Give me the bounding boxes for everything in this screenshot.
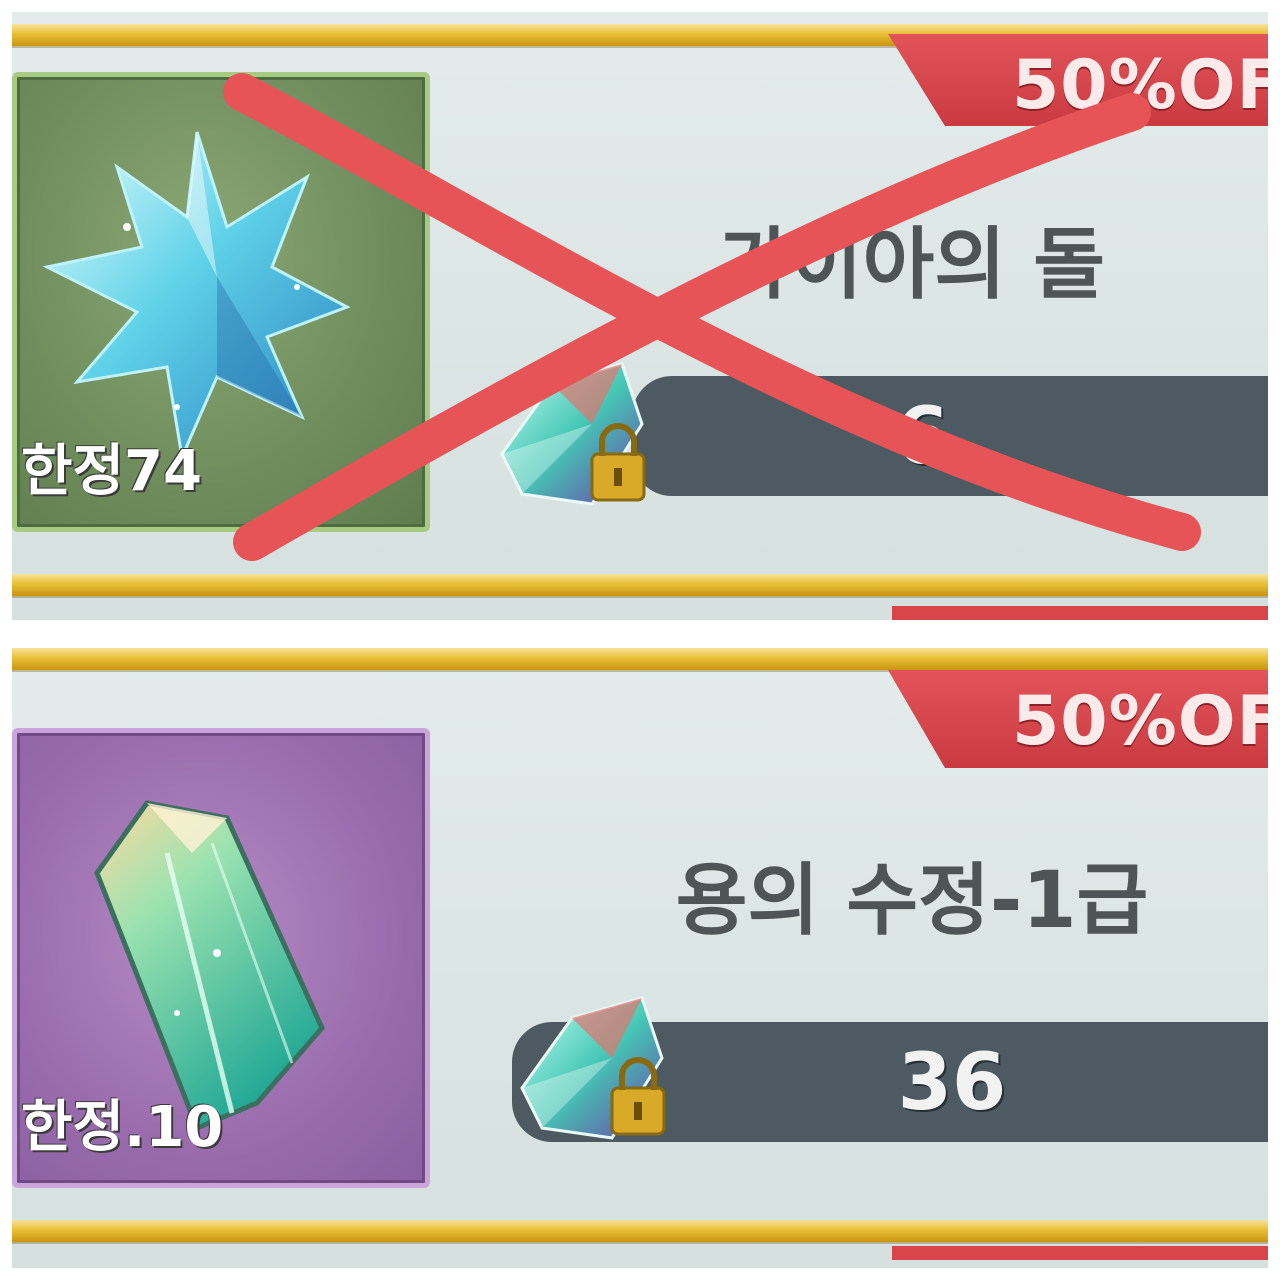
next-card-edge [892,1246,1268,1260]
shop-item-card-dragon-crystal[interactable]: 50%OF 한정.10 용의 수정-1급 36 [12,648,1268,1268]
price-bar[interactable]: 6 [632,376,1268,496]
shop-item-card-gaia-stone[interactable]: 50%OF 한정74 가이아의 돌 6 [12,12,1268,620]
limit-count-label: 한정74 [21,439,202,504]
price-value: 36 [897,1038,1007,1128]
gold-border-bottom [12,1220,1268,1242]
gold-border-top [12,648,1268,670]
discount-label: 50%OF [1011,46,1268,125]
discount-tag: 50%OF [888,670,1268,768]
item-icon-frame[interactable]: 한정74 [12,72,430,532]
item-name: 용의 수정-1급 [675,856,1149,946]
gem-lock-icon [520,996,666,1140]
item-icon-frame[interactable]: 한정.10 [12,728,430,1188]
next-card-edge [892,606,1268,620]
discount-label: 50%OF [1011,682,1268,761]
price-value: 6 [894,392,950,482]
discount-tag: 50%OF [888,34,1268,126]
limit-count-label: 한정.10 [21,1095,224,1160]
gold-border-bottom [12,574,1268,596]
gem-lock-icon [500,362,646,506]
item-name: 가이아의 돌 [719,220,1105,310]
